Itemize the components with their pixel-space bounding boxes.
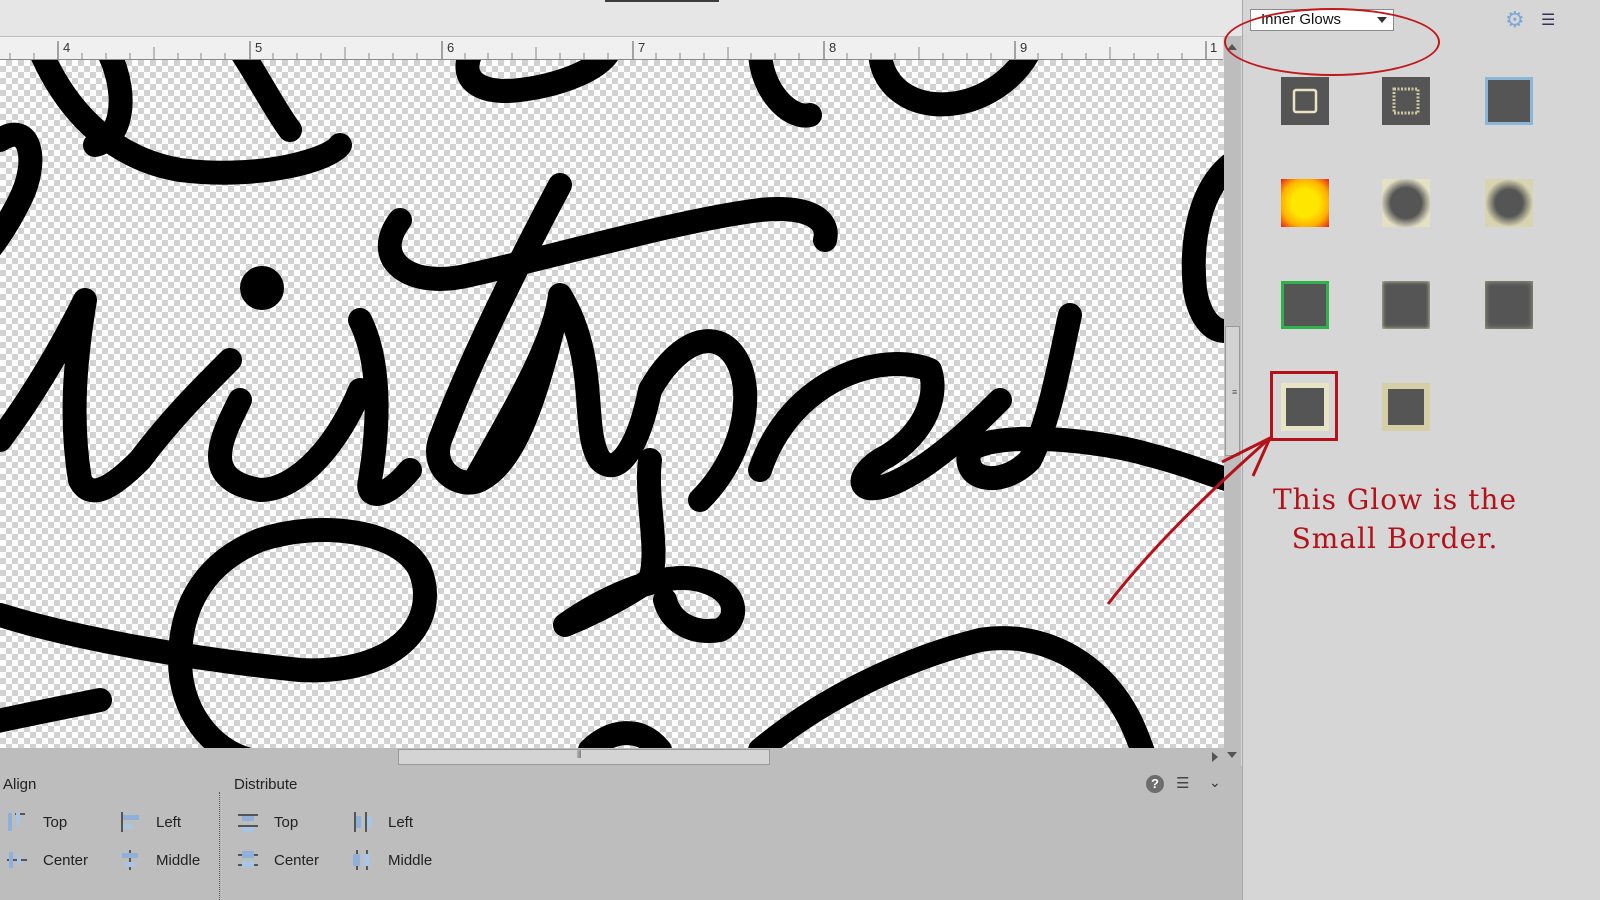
distribute-left-button[interactable]: Left [350, 810, 413, 834]
align-left-icon [118, 810, 142, 834]
ruler-label-5: 5 [255, 40, 263, 55]
top-toolbar [0, 0, 1242, 37]
glow-swatch-2[interactable] [1382, 77, 1430, 125]
vertical-scrollbar[interactable]: ≡ [1224, 36, 1241, 766]
glow-swatch-3[interactable] [1485, 77, 1533, 125]
glow-swatch-6[interactable] [1485, 179, 1533, 227]
align-top-icon [5, 810, 29, 834]
align-top-button[interactable]: Top [5, 810, 67, 834]
align-left-button[interactable]: Left [118, 810, 181, 834]
distribute-middle-label: Middle [388, 851, 433, 869]
ruler-label-6: 6 [447, 40, 455, 55]
lettering-artwork [0, 60, 1224, 748]
distribute-center-label: Center [274, 851, 320, 869]
panel-menu-icon[interactable]: ☰ [1176, 774, 1189, 792]
align-top-label: Top [43, 813, 68, 831]
glow-swatch-5[interactable] [1382, 179, 1430, 227]
align-title: Align [3, 776, 37, 793]
distribute-title: Distribute [234, 776, 298, 793]
distribute-top-label: Top [274, 813, 299, 831]
tool-options-panel: Align Distribute Top Center Left Middle … [0, 766, 1242, 900]
panel-options-menu-icon[interactable]: ☰ [1541, 10, 1555, 30]
chevron-down-icon[interactable]: ⌄ [1209, 774, 1221, 791]
grip-icon: ≡ [1232, 387, 1238, 397]
distribute-left-icon [350, 810, 374, 834]
document-canvas[interactable] [0, 60, 1224, 748]
ruler-label-9: 9 [1020, 40, 1028, 55]
annotation-highlight-box [1270, 371, 1338, 441]
horizontal-scroll-thumb[interactable]: ⦀ [398, 749, 770, 765]
align-center-icon [5, 848, 29, 872]
annotation-ellipse [1224, 8, 1440, 76]
scroll-right-arrow-icon[interactable] [1212, 752, 1218, 762]
glow-swatch-11[interactable] [1382, 383, 1430, 431]
ruler-label-7: 7 [638, 40, 646, 55]
active-tab-indicator [605, 0, 719, 2]
glow-swatch-9[interactable] [1485, 281, 1533, 329]
effects-panel: Inner Glows ⚙ ☰ [1224, 0, 1600, 900]
ruler-label-10: 1 [1210, 40, 1218, 55]
annotation-text: This Glow is the Small Border. [1260, 480, 1530, 558]
distribute-middle-icon [350, 848, 374, 872]
annotation-line-2: Small Border. [1291, 522, 1499, 555]
align-left-label: Left [156, 813, 182, 831]
section-divider [219, 792, 220, 900]
ruler-label-4: 4 [63, 40, 71, 55]
align-middle-label: Middle [156, 851, 201, 869]
effects-category-dropdown[interactable]: Inner Glows [1224, 8, 1440, 76]
horizontal-ruler: 4 5 6 7 8 9 1 [0, 37, 1223, 60]
distribute-center-icon [236, 848, 260, 872]
distribute-top-icon [236, 810, 260, 834]
distribute-center-button[interactable]: Center [236, 848, 319, 872]
align-center-button[interactable]: Center [5, 848, 88, 872]
glow-swatch-4[interactable] [1281, 179, 1329, 227]
align-middle-icon [118, 848, 142, 872]
ruler-ticks [9, 41, 1207, 59]
grip-icon: ⦀ [577, 750, 582, 761]
ruler-label-8: 8 [829, 40, 837, 55]
annotation-line-1: This Glow is the [1272, 483, 1518, 516]
align-center-label: Center [43, 851, 89, 869]
glow-swatch-7[interactable] [1281, 281, 1329, 329]
glow-swatch-8[interactable] [1382, 281, 1430, 329]
distribute-middle-button[interactable]: Middle [350, 848, 432, 872]
scroll-down-arrow-icon[interactable] [1227, 752, 1237, 758]
distribute-left-label: Left [388, 813, 414, 831]
vertical-scroll-thumb[interactable]: ≡ [1225, 326, 1240, 456]
horizontal-scrollbar[interactable]: ⦀ [0, 748, 1224, 766]
distribute-top-button[interactable]: Top [236, 810, 298, 834]
glow-swatch-1[interactable] [1281, 77, 1329, 125]
gear-icon[interactable]: ⚙ [1505, 9, 1525, 31]
align-middle-button[interactable]: Middle [118, 848, 200, 872]
help-icon[interactable]: ? [1146, 775, 1164, 793]
